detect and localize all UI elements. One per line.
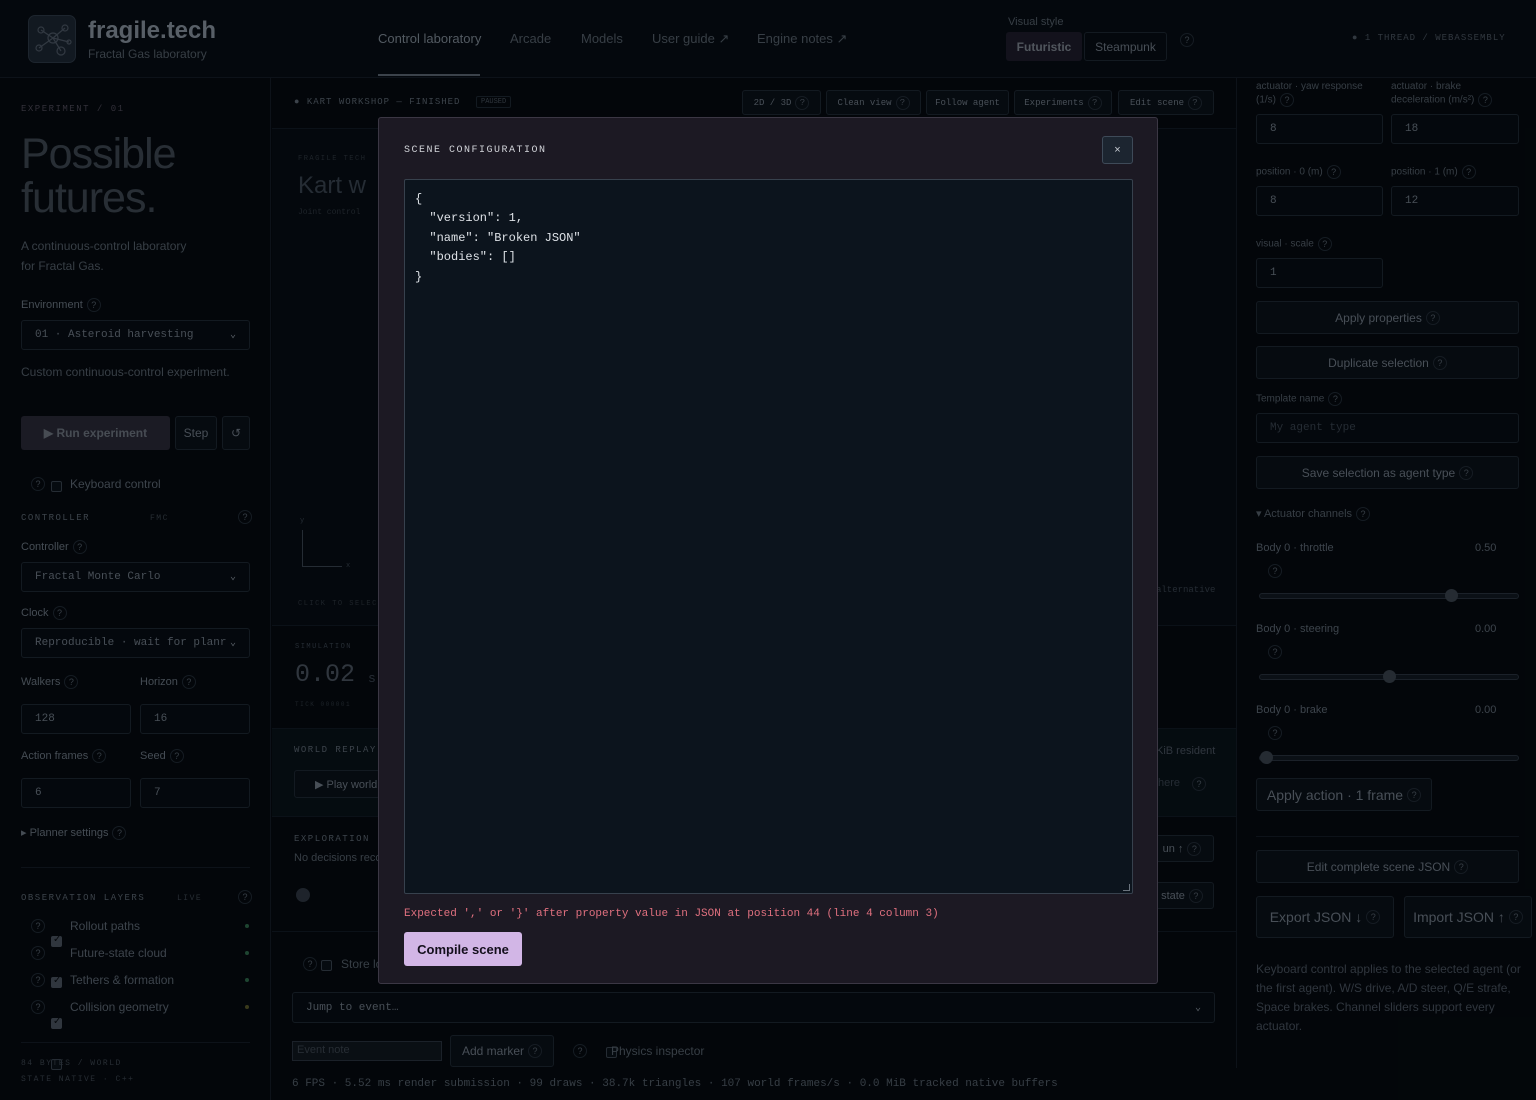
close-icon[interactable]: × (1102, 136, 1133, 164)
scene-json-textarea[interactable]: { "version": 1, "name": "Broken JSON" "b… (404, 179, 1133, 894)
scene-configuration-dialog: SCENE CONFIGURATION × { "version": 1, "n… (378, 117, 1158, 984)
json-error-message: Expected ',' or '}' after property value… (404, 908, 939, 920)
compile-scene-button[interactable]: Compile scene (404, 932, 522, 966)
dialog-title: SCENE CONFIGURATION (404, 145, 547, 156)
resize-handle-icon[interactable] (1123, 884, 1130, 891)
scene-json-content: { "version": 1, "name": "Broken JSON" "b… (415, 192, 581, 284)
